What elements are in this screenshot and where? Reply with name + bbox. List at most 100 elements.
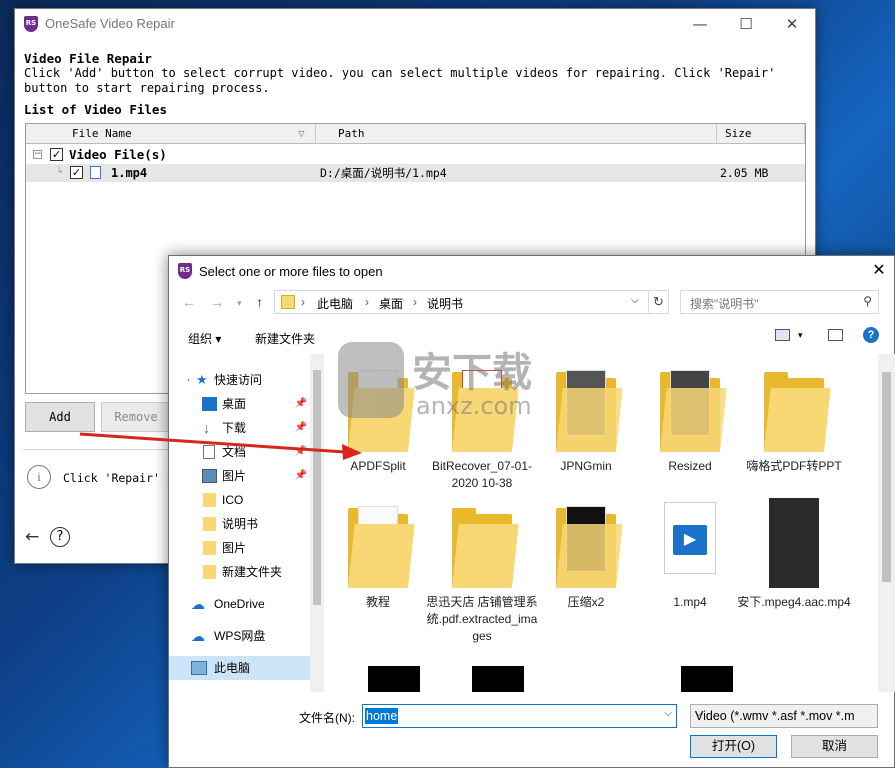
collapse-icon[interactable]: − (33, 150, 42, 159)
chevron-down-icon[interactable]: ⌵ (664, 708, 672, 719)
refresh-icon[interactable]: ↻ (648, 290, 669, 314)
nav-folder-ico[interactable]: ICO (169, 488, 310, 512)
breadcrumb-sep-icon: › (413, 295, 417, 309)
close-icon[interactable]: ✕ (769, 9, 815, 39)
breadcrumb-sep-icon: › (365, 295, 369, 309)
view-options-icon[interactable] (775, 329, 790, 341)
file-label: 嗨格式PDF转PPT (746, 459, 842, 473)
file-label: Resized (668, 459, 712, 473)
dialog-title: Select one or more files to open (199, 264, 383, 279)
chevron-down-icon[interactable]: ⌵ (695, 708, 855, 719)
info-icon: i (27, 465, 51, 489)
nav-label: 新建文件夹 (222, 565, 283, 579)
file-checkbox[interactable]: ✓ (70, 166, 83, 179)
video-thumbnail[interactable] (681, 666, 733, 692)
nav-desktop[interactable]: 桌面 📌 (169, 392, 310, 416)
nav-folder-new[interactable]: 新建文件夹 (169, 560, 310, 584)
file-item[interactable]: 嗨格式PDF转PPT (742, 354, 846, 484)
open-button[interactable]: 打开(O) (690, 735, 777, 758)
view-dropdown-icon[interactable]: ▾ (798, 330, 803, 341)
search-placeholder: 搜索"说明书" (690, 297, 759, 311)
nav-label: 快速访问 (214, 373, 263, 387)
address-bar[interactable]: › 此电脑 › 桌面 › 说明书 ⌵ (274, 290, 669, 314)
search-input[interactable]: 搜索"说明书" ⚲ (680, 290, 879, 314)
table-row[interactable]: ┕ ✓ 1.mp4 D:/桌面/说明书/1.mp4 2.05 MB (26, 164, 805, 182)
help-icon[interactable]: ? (50, 527, 70, 547)
nav-folder-pictures[interactable]: 图片 (169, 536, 310, 560)
recent-locations-icon[interactable]: ▾ (237, 298, 242, 309)
file-item[interactable]: 压缩x2 (534, 490, 638, 620)
watermark-text: 安下载 (412, 350, 532, 396)
pin-icon: 📌 (294, 446, 307, 457)
address-dropdown-icon[interactable]: ⌵ (631, 295, 639, 306)
preview-pane-icon[interactable] (828, 329, 843, 341)
column-file-name[interactable]: File Name ▽ (26, 124, 316, 144)
nav-label: 说明书 (222, 517, 259, 531)
tree-group-row[interactable]: − ✓ Video File(s) (26, 146, 805, 164)
organize-button[interactable]: 组织 ▾ (188, 330, 221, 347)
nav-wps-drive[interactable]: ☁ WPS网盘 (169, 624, 310, 648)
video-thumbnail[interactable] (368, 666, 420, 692)
filename-input[interactable]: home ⌵ (362, 704, 677, 728)
file-scroll-thumb[interactable] (882, 372, 891, 582)
nav-this-pc[interactable]: 此电脑 (169, 656, 310, 680)
breadcrumb-sep-icon: › (301, 295, 305, 309)
add-button[interactable]: Add (25, 402, 95, 432)
nav-documents[interactable]: 文档 📌 (169, 440, 310, 464)
window-title: OneSafe Video Repair (45, 16, 175, 31)
download-icon: ↓ (203, 420, 210, 436)
remove-button[interactable]: Remove (101, 402, 171, 432)
file-label: APDFSplit (350, 459, 406, 473)
file-item[interactable]: Resized (638, 354, 742, 484)
computer-icon (191, 661, 207, 675)
folder-icon (556, 506, 623, 588)
nav-onedrive[interactable]: ☁ OneDrive (169, 592, 310, 616)
file-item[interactable]: 安下.mpeg4.aac.mp4 (737, 490, 851, 640)
breadcrumb-item[interactable]: 此电脑 (317, 295, 353, 312)
maximize-icon[interactable]: ☐ (723, 9, 769, 39)
video-thumbnail[interactable] (472, 666, 524, 692)
nav-pictures[interactable]: 图片 📌 (169, 464, 310, 488)
pin-icon: 📌 (294, 470, 307, 481)
help-icon[interactable]: ? (863, 327, 879, 343)
up-icon[interactable]: ↑ (256, 294, 263, 310)
group-checkbox[interactable]: ✓ (50, 148, 63, 161)
list-heading: List of Video Files (24, 102, 167, 117)
back-arrow-icon[interactable]: ← (25, 527, 39, 547)
filename-value: home (365, 708, 399, 724)
nav-label: 桌面 (222, 397, 247, 411)
forward-icon[interactable]: → (210, 294, 224, 310)
file-label: 压缩x2 (567, 595, 605, 609)
nav-downloads[interactable]: ↓ 下载 📌 (169, 416, 310, 440)
nav-scroll-thumb[interactable] (313, 370, 321, 605)
column-file-name-label: File Name (72, 127, 132, 140)
file-item[interactable]: 思迅天店 店铺管理系统.pdf.extracted_images (426, 490, 538, 660)
breadcrumb-item[interactable]: 桌面 (379, 295, 403, 312)
nav-quick-access[interactable]: › ★ 快速访问 (169, 368, 310, 392)
file-item[interactable]: ▶ 1.mp4 (638, 490, 742, 620)
column-size[interactable]: Size (717, 124, 805, 144)
cancel-button[interactable]: 取消 (791, 735, 878, 758)
back-icon[interactable]: ← (182, 294, 196, 310)
video-file-icon (90, 166, 101, 179)
folder-icon (348, 506, 415, 588)
new-folder-button[interactable]: 新建文件夹 (255, 330, 315, 347)
column-path[interactable]: Path (316, 124, 717, 144)
nav-label: ICO (222, 493, 244, 507)
expand-icon[interactable]: › (187, 368, 190, 392)
file-type-select[interactable]: Video (*.wmv *.asf *.mov *.m ⌵ (690, 704, 878, 728)
video-file-icon: ▶ (664, 502, 716, 574)
nav-folder-manual[interactable]: 说明书 (169, 512, 310, 536)
minimize-icon[interactable]: — (677, 9, 723, 39)
nav-scrollbar[interactable] (310, 354, 324, 692)
dialog-close-icon[interactable]: ✕ (864, 256, 894, 286)
folder-icon (764, 370, 831, 452)
desktop-icon (202, 397, 217, 411)
file-scrollbar[interactable] (878, 354, 895, 692)
file-label: 教程 (365, 595, 390, 609)
breadcrumb-item[interactable]: 说明书 (427, 295, 463, 312)
file-item[interactable]: 教程 (326, 490, 430, 620)
folder-icon (281, 295, 295, 309)
file-label: 安下.mpeg4.aac.mp4 (737, 595, 851, 609)
nav-label: 此电脑 (214, 661, 251, 675)
